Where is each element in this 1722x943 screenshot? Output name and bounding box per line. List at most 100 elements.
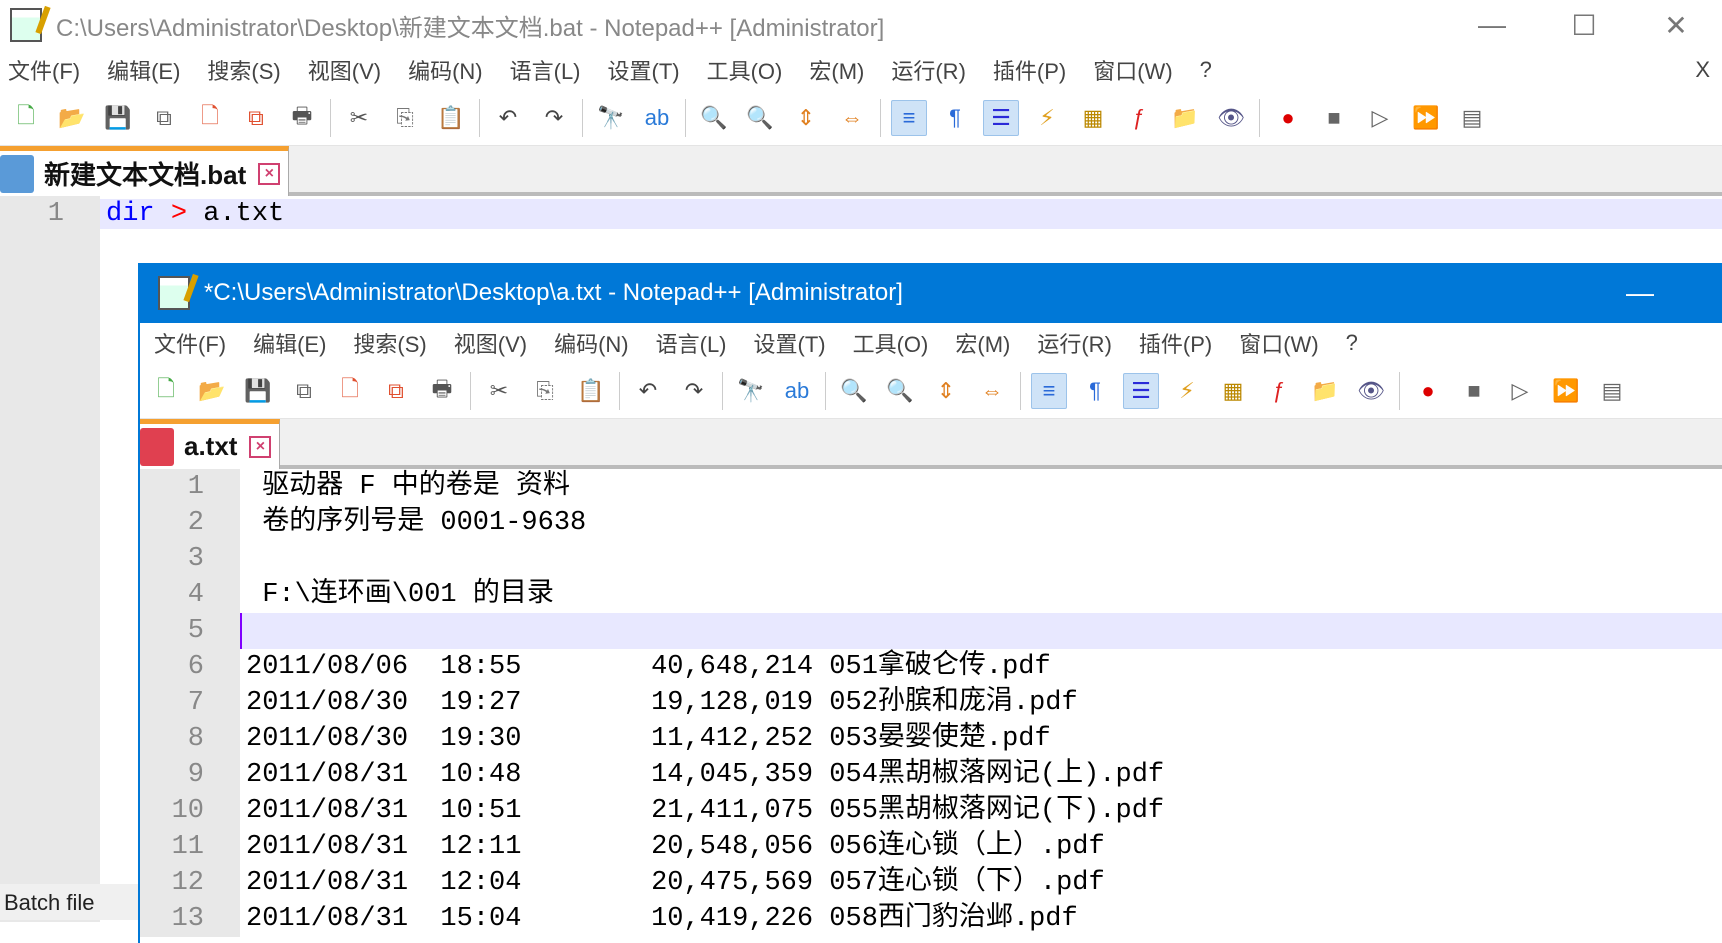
menu-item[interactable]: 视图(V) bbox=[308, 54, 381, 86]
menu-item[interactable]: 设置(T) bbox=[608, 54, 680, 86]
function-list-icon[interactable]: ƒ bbox=[1261, 373, 1297, 409]
close-document-button[interactable]: X bbox=[1695, 57, 1710, 83]
indent-guide-icon[interactable]: ☰ bbox=[1123, 372, 1159, 409]
play-icon[interactable]: ▷ bbox=[1502, 373, 1538, 409]
tab-a-txt[interactable]: a.txt × bbox=[140, 419, 281, 469]
play-icon[interactable]: ▷ bbox=[1362, 100, 1398, 136]
zoom-out-icon[interactable]: 🔍 bbox=[742, 100, 778, 136]
doc-map-icon[interactable]: ▦ bbox=[1075, 100, 1111, 136]
close-icon[interactable]: 🗋 bbox=[192, 100, 228, 136]
undo-icon[interactable]: ↶ bbox=[630, 373, 666, 409]
close-tab-icon[interactable]: × bbox=[249, 435, 272, 458]
print-icon[interactable]: 🖶 bbox=[424, 373, 460, 409]
menu-item[interactable]: 搜索(S) bbox=[353, 327, 426, 359]
find-icon[interactable]: 🔭 bbox=[593, 100, 629, 136]
menu-item[interactable]: 插件(P) bbox=[1139, 327, 1212, 359]
save-all-icon[interactable]: ⧉ bbox=[146, 100, 182, 136]
save-icon[interactable]: 💾 bbox=[100, 100, 136, 136]
record-icon[interactable]: ● bbox=[1270, 100, 1306, 136]
find-icon[interactable]: 🔭 bbox=[733, 373, 769, 409]
menu-item[interactable]: 运行(R) bbox=[891, 54, 966, 86]
zoom-in-icon[interactable]: 🔍 bbox=[836, 373, 872, 409]
sync-v-icon[interactable]: ⇕ bbox=[928, 373, 964, 409]
menu-item[interactable]: 文件(F) bbox=[8, 54, 80, 86]
paste-icon[interactable]: 📋 bbox=[433, 100, 469, 136]
indent-guide-icon[interactable]: ☰ bbox=[983, 99, 1019, 136]
monitor-icon[interactable]: 👁 bbox=[1213, 100, 1249, 136]
monitor-icon[interactable]: 👁 bbox=[1353, 373, 1389, 409]
folder-icon[interactable]: 📁 bbox=[1167, 100, 1203, 136]
menu-item[interactable]: 编辑(E) bbox=[107, 54, 180, 86]
menu-item[interactable]: 视图(V) bbox=[454, 327, 527, 359]
menu-item[interactable]: 插件(P) bbox=[993, 54, 1066, 86]
replace-icon[interactable]: ab bbox=[639, 100, 675, 136]
menu-item[interactable]: 窗口(W) bbox=[1093, 54, 1172, 86]
word-wrap-icon[interactable]: ≡ bbox=[1031, 372, 1067, 409]
minimize-button[interactable]: — bbox=[1594, 277, 1686, 310]
menu-item[interactable]: 编码(N) bbox=[554, 327, 629, 359]
menu-item[interactable]: 窗口(W) bbox=[1239, 327, 1318, 359]
print-icon[interactable]: 🖶 bbox=[284, 100, 320, 136]
sync-h-icon[interactable]: ⇔ bbox=[974, 373, 1010, 409]
function-list-icon[interactable]: ƒ bbox=[1121, 100, 1157, 136]
minimize-button[interactable]: — bbox=[1446, 9, 1538, 42]
close-icon[interactable]: 🗋 bbox=[332, 373, 368, 409]
redo-icon[interactable]: ↷ bbox=[676, 373, 712, 409]
cut-icon[interactable]: ✂ bbox=[481, 373, 517, 409]
menu-item[interactable]: 编辑(E) bbox=[253, 327, 326, 359]
stop-icon[interactable]: ■ bbox=[1456, 373, 1492, 409]
menu-item[interactable]: 搜索(S) bbox=[207, 54, 280, 86]
copy-icon[interactable]: ⎘ bbox=[387, 100, 423, 136]
menu-item[interactable]: 运行(R) bbox=[1037, 327, 1112, 359]
close-button[interactable]: ✕ bbox=[1630, 9, 1722, 42]
menu-item[interactable]: 文件(F) bbox=[154, 327, 226, 359]
folder-icon[interactable]: 📁 bbox=[1307, 373, 1343, 409]
new-icon[interactable]: 🗋 bbox=[8, 100, 44, 136]
editor[interactable]: 1 驱动器 F 中的卷是 资料 2 卷的序列号是 0001-9638 3 4 F:\连… bbox=[140, 469, 1722, 937]
doc-map-icon[interactable]: ▦ bbox=[1215, 373, 1251, 409]
new-icon[interactable]: 🗋 bbox=[148, 373, 184, 409]
open-icon[interactable]: 📂 bbox=[54, 100, 90, 136]
menu-item[interactable]: ? bbox=[1200, 57, 1212, 83]
zoom-in-icon[interactable]: 🔍 bbox=[696, 100, 732, 136]
close-tab-icon[interactable]: × bbox=[258, 162, 281, 185]
menu-item[interactable]: 工具(O) bbox=[853, 327, 929, 359]
paste-icon[interactable]: 📋 bbox=[573, 373, 609, 409]
stop-icon[interactable]: ■ bbox=[1316, 100, 1352, 136]
menu-item[interactable]: 设置(T) bbox=[754, 327, 826, 359]
save-macro-icon[interactable]: ▤ bbox=[1594, 373, 1630, 409]
menu-item[interactable]: 编码(N) bbox=[408, 54, 483, 86]
word-wrap-icon[interactable]: ≡ bbox=[891, 99, 927, 136]
open-icon[interactable]: 📂 bbox=[194, 373, 230, 409]
menu-item[interactable]: 宏(M) bbox=[955, 327, 1010, 359]
show-all-icon[interactable]: ¶ bbox=[1077, 373, 1113, 409]
menu-item[interactable]: 宏(M) bbox=[809, 54, 864, 86]
menu-item[interactable]: ? bbox=[1346, 330, 1358, 356]
close-all-icon[interactable]: ⧉ bbox=[378, 373, 414, 409]
menu-item[interactable]: 语言(L) bbox=[510, 54, 581, 86]
tab-bat-file[interactable]: 新建文本文档.bat × bbox=[0, 146, 290, 196]
record-icon[interactable]: ● bbox=[1410, 373, 1446, 409]
run-multiple-icon[interactable]: ⏩ bbox=[1548, 373, 1584, 409]
menu-item[interactable]: 语言(L) bbox=[656, 327, 727, 359]
toolbar-separator bbox=[1259, 98, 1260, 137]
maximize-button[interactable]: ☐ bbox=[1538, 9, 1630, 42]
udl-icon[interactable]: ⚡ bbox=[1169, 373, 1205, 409]
menu-item[interactable]: 工具(O) bbox=[707, 54, 783, 86]
show-all-icon[interactable]: ¶ bbox=[937, 100, 973, 136]
sync-v-icon[interactable]: ⇕ bbox=[788, 100, 824, 136]
cut-icon[interactable]: ✂ bbox=[341, 100, 377, 136]
redo-icon[interactable]: ↷ bbox=[536, 100, 572, 136]
sync-h-icon[interactable]: ⇔ bbox=[834, 100, 870, 136]
copy-icon[interactable]: ⎘ bbox=[527, 373, 563, 409]
save-icon[interactable]: 💾 bbox=[240, 373, 276, 409]
save-all-icon[interactable]: ⧉ bbox=[286, 373, 322, 409]
replace-icon[interactable]: ab bbox=[779, 373, 815, 409]
undo-icon[interactable]: ↶ bbox=[490, 100, 526, 136]
close-all-icon[interactable]: ⧉ bbox=[238, 100, 274, 136]
udl-icon[interactable]: ⚡ bbox=[1029, 100, 1065, 136]
zoom-out-icon[interactable]: 🔍 bbox=[882, 373, 918, 409]
run-multiple-icon[interactable]: ⏩ bbox=[1408, 100, 1444, 136]
save-macro-icon[interactable]: ▤ bbox=[1454, 100, 1490, 136]
maximize-button[interactable]: ☐ bbox=[1686, 277, 1722, 310]
